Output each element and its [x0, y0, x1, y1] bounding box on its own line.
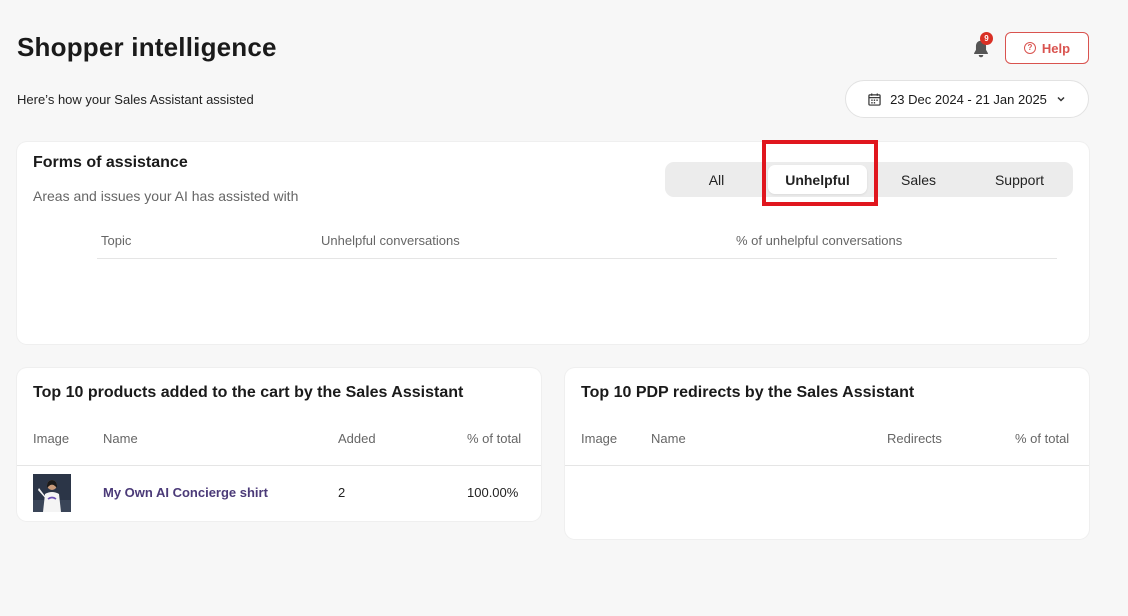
- help-button[interactable]: ? Help: [1005, 32, 1089, 64]
- column-header-pct-unhelpful: % of unhelpful conversations: [736, 233, 903, 248]
- forms-of-assistance-card: Forms of assistance Areas and issues you…: [17, 140, 1089, 344]
- date-range-picker[interactable]: 23 Dec 2024 - 21 Jan 2025: [845, 80, 1089, 118]
- calendar-icon: [868, 92, 881, 106]
- column-header-name: Name: [103, 431, 138, 446]
- top-cart-products-card: Top 10 products added to the cart by the…: [17, 368, 541, 521]
- column-header-topic: Topic: [101, 233, 132, 248]
- column-header-pct-total: % of total: [1015, 431, 1070, 446]
- tab-support[interactable]: Support: [970, 165, 1069, 194]
- table-divider: [97, 258, 1057, 259]
- column-header-name: Name: [651, 431, 686, 446]
- help-button-label: Help: [1041, 40, 1071, 56]
- column-header-added: Added: [338, 431, 376, 446]
- pdp-card-title: Top 10 PDP redirects by the Sales Assist…: [581, 384, 915, 401]
- question-icon: ?: [1023, 42, 1036, 54]
- product-pct-total: 100.00%: [467, 485, 519, 500]
- product-name-link[interactable]: My Own AI Concierge shirt: [103, 485, 268, 500]
- column-header-unhelpful-conversations: Unhelpful conversations: [321, 233, 460, 248]
- top-pdp-redirects-card: Top 10 PDP redirects by the Sales Assist…: [565, 368, 1089, 539]
- forms-card-subtitle: Areas and issues your AI has assisted wi…: [33, 188, 299, 204]
- chevron-down-icon: [1057, 96, 1065, 102]
- product-thumbnail: [33, 474, 71, 512]
- column-header-redirects: Redirects: [887, 431, 942, 446]
- table-divider: [565, 465, 1089, 466]
- column-header-pct-total: % of total: [467, 431, 522, 446]
- table-divider: [17, 465, 541, 466]
- forms-card-title: Forms of assistance: [33, 154, 188, 171]
- notification-badge: 9: [980, 32, 993, 45]
- column-header-image: Image: [33, 431, 70, 446]
- page-subtitle: Here’s how your Sales Assistant assisted: [17, 92, 254, 107]
- shopper-intelligence-page: Shopper intelligence Here’s how your Sal…: [0, 0, 1128, 616]
- tab-all[interactable]: All: [667, 165, 766, 194]
- product-added-count: 2: [338, 485, 346, 500]
- tab-sales[interactable]: Sales: [869, 165, 968, 194]
- column-header-image: Image: [581, 431, 618, 446]
- date-range-label: 23 Dec 2024 - 21 Jan 2025: [890, 91, 1047, 107]
- assistance-filter-tabs: All Unhelpful Sales Support: [665, 162, 1073, 197]
- tab-unhelpful[interactable]: Unhelpful: [768, 165, 867, 194]
- cart-card-title: Top 10 products added to the cart by the…: [33, 384, 464, 401]
- page-title: Shopper intelligence: [17, 32, 277, 62]
